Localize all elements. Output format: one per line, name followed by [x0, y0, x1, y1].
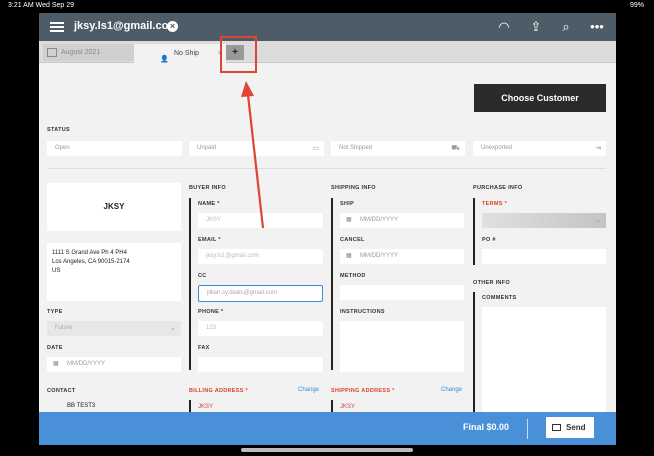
calendar-icon: ▦ — [346, 253, 352, 259]
tab-bar: August 2021 👤 No Ship × + — [39, 41, 616, 63]
status-title: STATUS — [47, 127, 70, 133]
fax-label: FAX — [198, 345, 210, 351]
shipping-address-bar — [331, 400, 333, 412]
highlight-box — [220, 36, 257, 73]
envelope-icon — [552, 424, 561, 431]
phone-input[interactable]: 123 — [198, 321, 323, 336]
billing-change-link[interactable]: Change — [298, 387, 319, 393]
more-icon[interactable]: ••• — [588, 18, 606, 36]
other-info-bar — [473, 292, 475, 412]
terms-select[interactable]: ⌄ — [482, 213, 606, 228]
contact-value[interactable]: BB TEST3 — [67, 402, 95, 410]
fax-input[interactable] — [198, 357, 323, 372]
billing-address-value: JKSY — [198, 404, 214, 410]
name-input[interactable]: JKSY — [198, 213, 323, 228]
wifi-icon[interactable]: ◠ — [495, 18, 513, 36]
divider — [527, 419, 528, 439]
export-icon: ⇥ — [595, 145, 601, 152]
tab-label: No Ship — [174, 50, 199, 57]
chevron-down-icon: ⌄ — [170, 325, 176, 332]
divider — [47, 168, 606, 169]
address-line-3: US — [52, 268, 61, 274]
share-icon[interactable]: ⇪ — [527, 18, 545, 36]
other-info-title: OTHER INFO — [473, 280, 510, 286]
type-label: TYPE — [47, 309, 63, 315]
shipping-section-bar — [331, 198, 333, 370]
truck-icon: ⛟ — [451, 145, 460, 152]
calendar-icon — [47, 48, 57, 57]
address-line-1: 1111 S Grand Ave Ph 4 PH4 — [52, 250, 127, 256]
status-battery: 99% — [629, 2, 644, 9]
type-select[interactable]: Future ⌄ — [47, 321, 181, 336]
cancel-date-input[interactable]: ▦ MM/DD/YYYY — [340, 249, 464, 264]
home-indicator — [241, 448, 413, 452]
customer-name-card[interactable]: JKSY — [47, 183, 181, 231]
method-input[interactable] — [340, 285, 464, 300]
tab-august-2021[interactable]: August 2021 — [43, 44, 135, 61]
ios-status-bar: 3:21 AM Wed Sep 29 99% — [0, 0, 654, 13]
shipping-change-link[interactable]: Change — [441, 387, 462, 393]
choose-customer-button[interactable]: Choose Customer — [474, 84, 606, 112]
email-input[interactable]: jksy.ls1@gmail.com — [198, 249, 323, 264]
contact-label: CONTACT — [47, 388, 76, 394]
comments-label: COMMENTS — [482, 295, 517, 301]
address-line-2: Los Angeles, CA 90015-2174 — [52, 259, 130, 265]
search-icon[interactable]: ⌕ — [557, 18, 575, 36]
cc-label: CC — [198, 273, 207, 279]
date-input[interactable]: ▦ MM/DD/YYYY — [47, 357, 181, 372]
account-email: jksy.ls1@gmail.com — [74, 20, 179, 32]
person-icon: 👤 — [160, 56, 169, 63]
shipping-info-title: SHIPPING INFO — [331, 185, 376, 191]
chevron-down-icon: ⌄ — [595, 217, 601, 224]
instructions-label: INSTRUCTIONS — [340, 309, 385, 315]
billing-bar — [189, 400, 191, 412]
phone-label: PHONE * — [198, 309, 224, 315]
cancel-label: CANCEL — [340, 237, 365, 243]
method-label: METHOD — [340, 273, 366, 279]
menu-icon[interactable] — [50, 20, 64, 34]
billing-address-label: BILLING ADDRESS * — [189, 388, 248, 394]
cc-input[interactable]: jillian.sy.deals@gmail.com — [198, 285, 323, 302]
instructions-input[interactable] — [340, 321, 464, 372]
send-label: Send — [566, 423, 586, 432]
calendar-icon: ▦ — [346, 217, 352, 223]
card-icon: ▭ — [312, 145, 319, 152]
final-total: Final $0.00 — [463, 422, 510, 432]
comments-input[interactable] — [482, 307, 606, 412]
shipping-address-label: SHIPPING ADDRESS * — [331, 388, 395, 394]
shipping-address-value: JKSY — [340, 404, 356, 410]
buyer-info-title: BUYER INFO — [189, 185, 226, 191]
email-label: EMAIL * — [198, 237, 221, 243]
tab-label: August 2021 — [61, 49, 101, 56]
po-label: PO # — [482, 237, 496, 243]
ship-date-input[interactable]: ▦ MM/DD/YYYY — [340, 213, 464, 228]
buyer-section-bar — [189, 198, 191, 370]
ship-label: SHIP — [340, 201, 355, 207]
terms-label: TERMS * — [482, 201, 508, 207]
po-input[interactable] — [482, 249, 606, 264]
status-time: 3:21 AM Wed Sep 29 — [8, 2, 75, 9]
status-order-field[interactable]: Open — [47, 141, 182, 156]
status-payment-field[interactable]: Unpaid ▭ — [189, 141, 324, 156]
calendar-icon: ▦ — [53, 361, 59, 367]
status-shipping-field[interactable]: Not Shipped ⛟ — [331, 141, 465, 156]
date-label: DATE — [47, 345, 63, 351]
top-bar: jksy.ls1@gmail.com × ◠ ⇪ ⌕ ••• — [39, 13, 616, 41]
send-button[interactable]: Send — [546, 417, 594, 438]
purchase-section-bar — [473, 198, 475, 265]
name-label: NAME * — [198, 201, 220, 207]
purchase-info-title: PURCHASE INFO — [473, 185, 523, 191]
tab-no-ship[interactable]: 👤 No Ship × — [134, 44, 226, 63]
bottom-bar: Final $0.00 Send — [39, 412, 616, 445]
customer-address-box: 1111 S Grand Ave Ph 4 PH4 Los Angeles, C… — [47, 243, 181, 301]
clear-account-icon[interactable]: × — [167, 21, 178, 32]
app-window: jksy.ls1@gmail.com × ◠ ⇪ ⌕ ••• August 20… — [39, 13, 616, 445]
status-export-field[interactable]: Unexported ⇥ — [473, 141, 606, 156]
